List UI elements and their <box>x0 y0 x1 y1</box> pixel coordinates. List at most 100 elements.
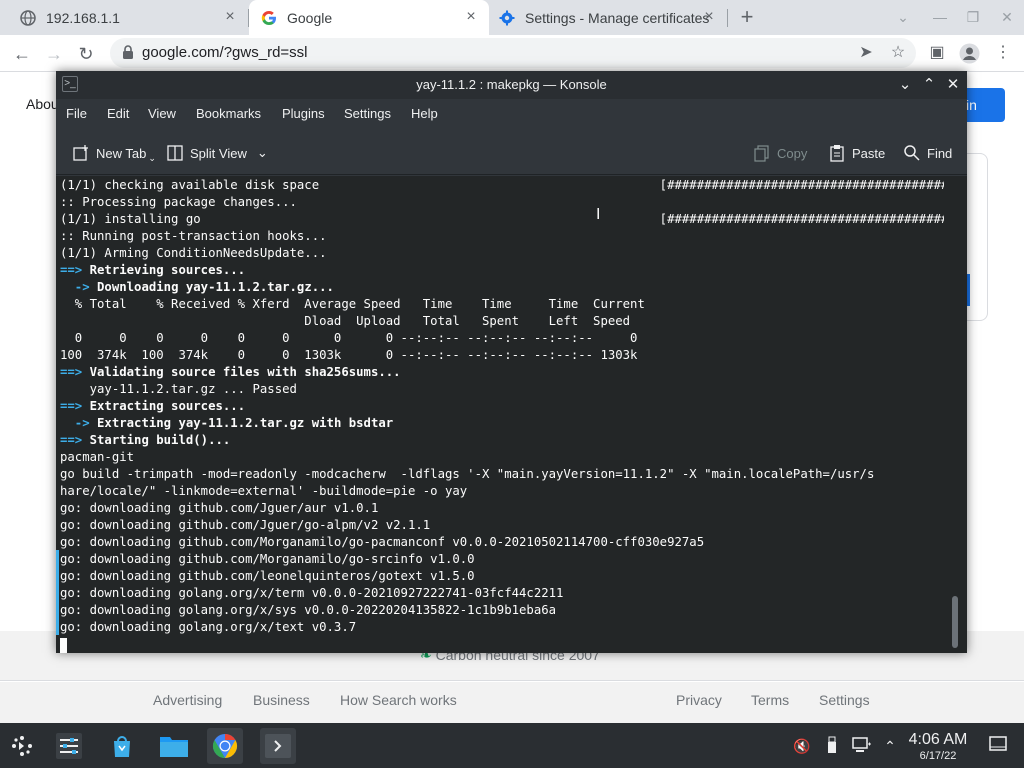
terminal-line: go: downloading golang.org/x/sys v0.0.0-… <box>60 602 944 619</box>
konsole-icon[interactable] <box>260 728 296 764</box>
network-icon[interactable] <box>852 736 872 756</box>
find-button[interactable]: Find <box>903 143 952 163</box>
tab-search-chevron-icon[interactable]: ⌄ <box>894 8 912 26</box>
usb-icon[interactable] <box>822 736 842 756</box>
close-icon[interactable]: × <box>222 9 238 25</box>
minimize-icon[interactable]: ⌄ <box>896 76 914 94</box>
menu-settings[interactable]: Settings <box>344 106 391 121</box>
close-icon[interactable]: × <box>463 9 479 25</box>
terminal-line: go: downloading golang.org/x/text v0.3.7 <box>60 619 944 636</box>
back-arrow-icon[interactable]: ← <box>11 43 33 65</box>
store-icon[interactable] <box>104 728 140 764</box>
file-manager-icon[interactable] <box>156 728 192 764</box>
text-cursor-icon: I <box>596 206 601 223</box>
selection-marker <box>56 550 59 635</box>
footer-link-privacy[interactable]: Privacy <box>676 692 722 708</box>
footer-link-how-search-works[interactable]: How Search works <box>340 692 457 708</box>
expand-icon[interactable]: ⌃ <box>880 736 900 756</box>
menu-file[interactable]: File <box>66 106 87 121</box>
profile-avatar-icon[interactable] <box>959 43 980 64</box>
chevron-down-icon[interactable]: ⌄ <box>257 145 268 161</box>
browser-toolbar: ← → ↻ google.com/?gws_rd=ssl ➤ ☆ ▣ ⋮ <box>0 35 1024 72</box>
footer-link-advertising[interactable]: Advertising <box>153 692 222 708</box>
bookmark-star-icon[interactable]: ☆ <box>888 43 908 63</box>
footer-link-business[interactable]: Business <box>253 692 310 708</box>
menu-plugins[interactable]: Plugins <box>282 106 325 121</box>
about-link[interactable]: Abou <box>26 96 59 112</box>
terminal-text: go: downloading golang.org/x/term v0.0.0… <box>60 586 564 600</box>
reload-icon[interactable]: ↻ <box>75 43 97 65</box>
copy-button[interactable]: Copy <box>753 143 807 163</box>
url-text[interactable]: google.com/?gws_rd=ssl <box>142 44 308 61</box>
paste-button[interactable]: Paste <box>828 143 885 163</box>
footer-link-settings[interactable]: Settings <box>819 692 870 708</box>
terminal-line: 0 0 0 0 0 0 0 0 --:--:-- --:--:-- --:--:… <box>60 330 944 347</box>
terminal-text: -> <box>60 416 98 430</box>
copy-icon <box>754 145 769 162</box>
terminal-text: Extracting sources... <box>89 399 246 413</box>
send-icon[interactable]: ➤ <box>856 43 876 63</box>
minimize-icon[interactable]: — <box>931 8 949 26</box>
maximize-icon[interactable]: ❐ <box>964 8 982 26</box>
terminal-text: go: downloading github.com/leonelquinter… <box>60 569 475 583</box>
menu-edit[interactable]: Edit <box>107 106 129 121</box>
terminal-line: :: Running post-transaction hooks... <box>60 228 944 245</box>
window-title: yay-11.1.2 : makepkg — Konsole <box>416 77 607 92</box>
lock-icon[interactable] <box>122 45 134 59</box>
terminal-view[interactable]: (1/1) checking available disk space [###… <box>56 176 944 653</box>
terminal-line: :: Processing package changes... <box>60 194 944 211</box>
terminal-line: ==> Retrieving sources... <box>60 262 944 279</box>
terminal-line: ==> Starting build()... <box>60 432 944 449</box>
side-panel-icon[interactable]: ▣ <box>927 43 947 63</box>
settings-icon[interactable] <box>51 728 87 764</box>
maximize-icon[interactable]: ⌃ <box>920 76 938 94</box>
split-view-button[interactable]: Split View ⌄ <box>166 143 268 163</box>
tab-router[interactable]: 192.168.1.1 × <box>0 0 248 35</box>
terminal-text: -> <box>60 280 98 294</box>
terminal-line: (1/1) Arming ConditionNeedsUpdate... <box>60 245 944 262</box>
scrollbar-thumb[interactable] <box>952 596 958 648</box>
terminal-line: go: downloading github.com/Morganamilo/g… <box>60 551 944 568</box>
address-bar[interactable]: google.com/?gws_rd=ssl <box>110 38 916 68</box>
new-tab-button[interactable]: New Tab ⌄ <box>72 143 156 163</box>
terminal-line: go: downloading github.com/Morganamilo/g… <box>60 534 944 551</box>
new-tab-icon <box>73 145 88 161</box>
terminal-text: ==> <box>60 263 90 277</box>
volume-muted-icon[interactable]: 🔇 <box>792 736 812 756</box>
split-view-label: Split View <box>190 145 247 161</box>
menu-view[interactable]: View <box>148 106 176 121</box>
show-desktop-icon[interactable] <box>988 736 1008 756</box>
terminal-line: ==> Extracting sources... <box>60 398 944 415</box>
terminal-scrollbar[interactable] <box>944 176 967 653</box>
clock-time[interactable]: 4:06 AM <box>904 731 972 749</box>
terminal-line: ==> Validating source files with sha256s… <box>60 364 944 381</box>
split-view-icon <box>167 145 183 161</box>
clock-date[interactable]: 6/17/22 <box>904 750 972 762</box>
footer-link-terms[interactable]: Terms <box>751 692 789 708</box>
close-window-icon[interactable]: ✕ <box>998 8 1016 26</box>
chrome-icon[interactable] <box>207 728 243 764</box>
menu-bookmarks[interactable]: Bookmarks <box>196 106 261 121</box>
copy-label: Copy <box>777 145 808 161</box>
terminal-text: 0 0 0 0 0 0 0 0 --:--:-- --:--:-- --:--:… <box>60 331 638 345</box>
terminal-output: (1/1) checking available disk space [###… <box>60 177 944 636</box>
konsole-titlebar[interactable]: >_ yay-11.1.2 : makepkg — Konsole ⌄ ⌃ ✕ <box>56 71 967 99</box>
tab-title: Google <box>287 9 333 26</box>
konsole-window: >_ yay-11.1.2 : makepkg — Konsole ⌄ ⌃ ✕ … <box>56 71 967 653</box>
tab-google[interactable]: Google × <box>249 0 489 35</box>
terminal-text: % Total % Received % Xferd Average Speed… <box>60 297 645 311</box>
terminal-text: Dload Upload Total Spent Left Speed <box>60 314 631 328</box>
paste-label: Paste <box>852 145 886 161</box>
terminal-text: hare/locale/" -linkmode=external' -build… <box>60 484 468 498</box>
close-icon[interactable]: × <box>701 9 717 25</box>
new-tab-button[interactable]: + <box>737 6 757 28</box>
menu-help[interactable]: Help <box>411 106 438 121</box>
application-launcher-icon[interactable] <box>4 728 40 764</box>
forward-arrow-icon[interactable]: → <box>43 43 65 65</box>
tab-settings-certificates[interactable]: Settings - Manage certificates × <box>489 0 727 35</box>
chevron-down-icon[interactable]: ⌄ <box>148 153 156 164</box>
close-icon[interactable]: ✕ <box>944 76 962 94</box>
terminal-text: Extracting yay-11.1.2.tar.gz with bsdtar <box>97 416 394 430</box>
more-menu-icon[interactable]: ⋮ <box>993 43 1013 63</box>
search-icon <box>904 145 920 161</box>
